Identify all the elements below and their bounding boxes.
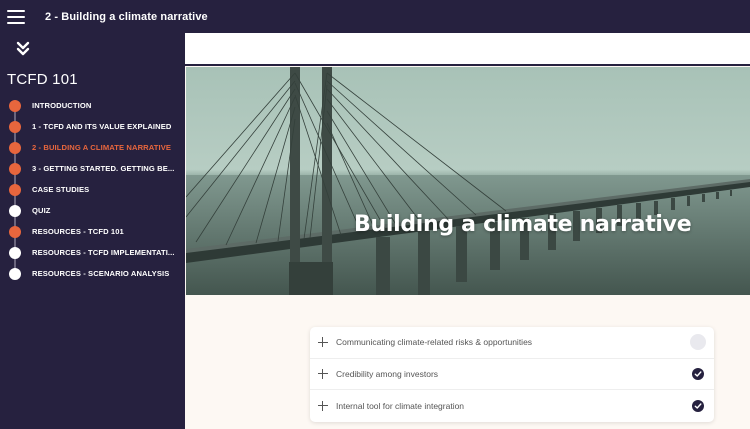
plus-icon — [318, 337, 328, 348]
progress-dot-icon — [9, 141, 21, 154]
sidebar-item-tcfd-value[interactable]: 1 - TCFD AND ITS VALUE EXPLAINED — [0, 116, 185, 137]
course-sidebar: TCFD 101 INTRODUCTION 1 - TCFD AND ITS V… — [0, 33, 185, 429]
progress-dot-icon — [9, 246, 21, 259]
sidebar-item-getting-started[interactable]: 3 - GETTING STARTED. GETTING BE... — [0, 158, 185, 179]
hero-title: Building a climate narrative — [354, 212, 692, 237]
sidebar-item-label: RESOURCES - TCFD IMPLEMENTATI... — [32, 248, 175, 257]
bridge-image — [186, 67, 750, 295]
sidebar-item-case-studies[interactable]: CASE STUDIES — [0, 179, 185, 200]
sidebar-item-label: 3 - GETTING STARTED. GETTING BE... — [32, 164, 175, 173]
progress-dot-icon — [9, 120, 21, 133]
progress-dot-icon — [9, 183, 21, 196]
sidebar-item-label: 1 - TCFD AND ITS VALUE EXPLAINED — [32, 122, 172, 131]
sidebar-item-label: QUIZ — [32, 206, 51, 215]
progress-dot-icon — [9, 267, 21, 280]
accordion-item-label: Credibility among investors — [336, 368, 439, 379]
progress-dot-icon — [9, 162, 21, 175]
sidebar-item-label: CASE STUDIES — [32, 185, 90, 194]
sidebar-item-label: RESOURCES - TCFD 101 — [32, 227, 124, 236]
lesson-title: 2 - Building a climate narrative — [45, 10, 208, 23]
check-circle-icon — [692, 367, 704, 380]
accordion-item-label: Communicating climate-related risks & op… — [336, 337, 533, 348]
sidebar-item-resources-implementation[interactable]: RESOURCES - TCFD IMPLEMENTATI... — [0, 242, 185, 263]
progress-dot-icon — [9, 99, 21, 112]
sidebar-item-label: 2 - BUILDING A CLIMATE NARRATIVE — [32, 143, 172, 152]
accordion-item-investor-credibility[interactable]: Credibility among investors — [310, 359, 714, 390]
accordion-item-risks-opportunities[interactable]: Communicating climate-related risks & op… — [310, 327, 714, 359]
content-header-strip — [185, 33, 750, 66]
sidebar-item-resources-scenario[interactable]: RESOURCES - SCENARIO ANALYSIS — [0, 263, 185, 284]
hamburger-menu-icon[interactable] — [7, 9, 25, 24]
check-circle-icon — [692, 399, 704, 412]
double-chevron-down-icon[interactable] — [15, 41, 31, 57]
hero-banner: Building a climate narrative — [186, 67, 750, 295]
plus-icon — [318, 400, 328, 411]
course-title: TCFD 101 — [7, 71, 78, 88]
sidebar-item-resources-tcfd-101[interactable]: RESOURCES - TCFD 101 — [0, 221, 185, 242]
top-bar: 2 - Building a climate narrative — [0, 0, 750, 33]
sidebar-item-label: RESOURCES - SCENARIO ANALYSIS — [32, 269, 170, 278]
progress-dot-icon — [9, 225, 21, 238]
sidebar-item-label: INTRODUCTION — [32, 101, 92, 110]
plus-icon — [318, 368, 328, 379]
lesson-menu: INTRODUCTION 1 - TCFD AND ITS VALUE EXPL… — [0, 95, 185, 284]
sidebar-item-quiz[interactable]: QUIZ — [0, 200, 185, 221]
topic-accordion: Communicating climate-related risks & op… — [310, 327, 714, 422]
accordion-item-label: Internal tool for climate integration — [336, 400, 465, 411]
progress-dot-icon — [9, 204, 21, 217]
sidebar-item-climate-narrative[interactable]: 2 - BUILDING A CLIMATE NARRATIVE — [0, 137, 185, 158]
sidebar-item-introduction[interactable]: INTRODUCTION — [0, 95, 185, 116]
incomplete-circle-icon — [690, 334, 706, 351]
accordion-item-internal-tool[interactable]: Internal tool for climate integration — [310, 390, 714, 422]
